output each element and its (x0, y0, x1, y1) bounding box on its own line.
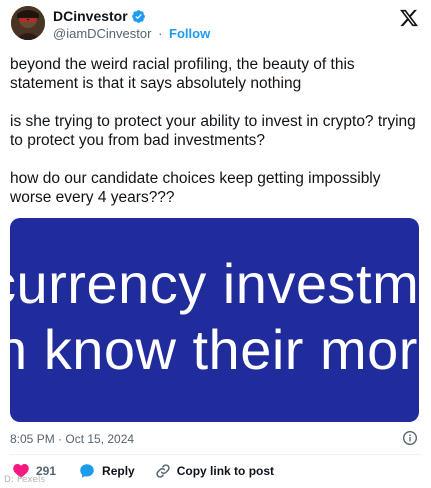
tweet-paragraph: how do our candidate choices keep gettin… (10, 170, 381, 206)
avatar[interactable] (11, 6, 45, 40)
copy-link-label: Copy link to post (176, 464, 275, 478)
link-icon (156, 464, 170, 478)
media-text-line: n know their mor (0, 318, 418, 381)
reply-label: Reply (102, 464, 135, 478)
tweet-paragraph: beyond the weird racial profiling, the b… (10, 56, 355, 92)
tweet-paragraph: is she trying to protect your ability to… (10, 113, 416, 149)
separator-dot: · (158, 26, 163, 41)
info-icon[interactable] (402, 430, 418, 446)
action-bar: 291 Reply Copy link to post (10, 462, 274, 480)
author-handle-row: @iamDCinvestor · Follow (53, 26, 210, 42)
avatar-image (11, 6, 45, 40)
author-name-row: DCinvestor (53, 7, 146, 25)
tweet-text: beyond the weird racial profiling, the b… (10, 55, 420, 207)
tweet-card: DCinvestor @iamDCinvestor · Follow beyon… (0, 0, 431, 488)
reply-button[interactable]: Reply (78, 462, 135, 480)
verified-badge-icon (131, 9, 146, 24)
x-logo-icon[interactable] (399, 8, 419, 28)
divider (10, 454, 421, 455)
follow-button[interactable]: Follow (169, 26, 210, 41)
copy-link-button[interactable]: Copy link to post (155, 463, 274, 479)
reply-bubble-icon (80, 464, 94, 478)
author-handle[interactable]: @iamDCinvestor (53, 26, 151, 41)
media-text-line: currency investm (0, 252, 420, 315)
watermark-text: D: Pexels (4, 475, 46, 485)
post-timestamp[interactable]: 8:05 PM · Oct 15, 2024 (10, 431, 134, 447)
author-display-name[interactable]: DCinvestor (53, 7, 128, 25)
